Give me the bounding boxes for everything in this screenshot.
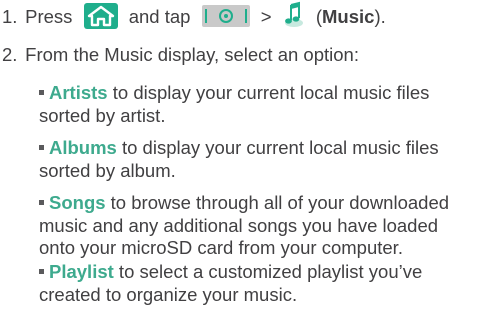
step-text-gt: > [260,6,272,27]
option-term: Albums [49,137,117,158]
step-text-press: Press [25,6,73,27]
step-text-music-close: ). [374,6,386,27]
step-2: 2. From the Music display, select an opt… [2,44,359,66]
step-number: 1. [2,6,18,27]
step-text: From the Music display, select an option… [25,44,359,65]
step-1: 1. Press and tap > (Music). [2,1,386,30]
music-label: Music [322,6,375,27]
launcher-key-icon [201,5,250,28]
option-term: Playlist [49,261,114,282]
bullet-marker [39,89,44,95]
option-term: Songs [49,192,106,213]
option-playlist: Playlist to select a customized playlist… [39,261,479,306]
step-number: 2. [2,44,18,65]
bullet-marker [39,144,44,150]
music-app-icon [284,1,303,28]
option-term: Artists [49,82,108,103]
bullet-marker [39,199,44,205]
option-albums: Albums to display your current local mus… [39,137,479,182]
bullet-marker [39,268,44,274]
option-artists: Artists to display your current local mu… [39,82,479,127]
instructions-document: 1. Press and tap > (Music). 2. From the … [0,0,485,309]
step-text-and-tap: and tap [128,6,191,27]
home-key-icon [83,3,118,30]
option-songs: Songs to browse through all of your down… [39,192,479,260]
